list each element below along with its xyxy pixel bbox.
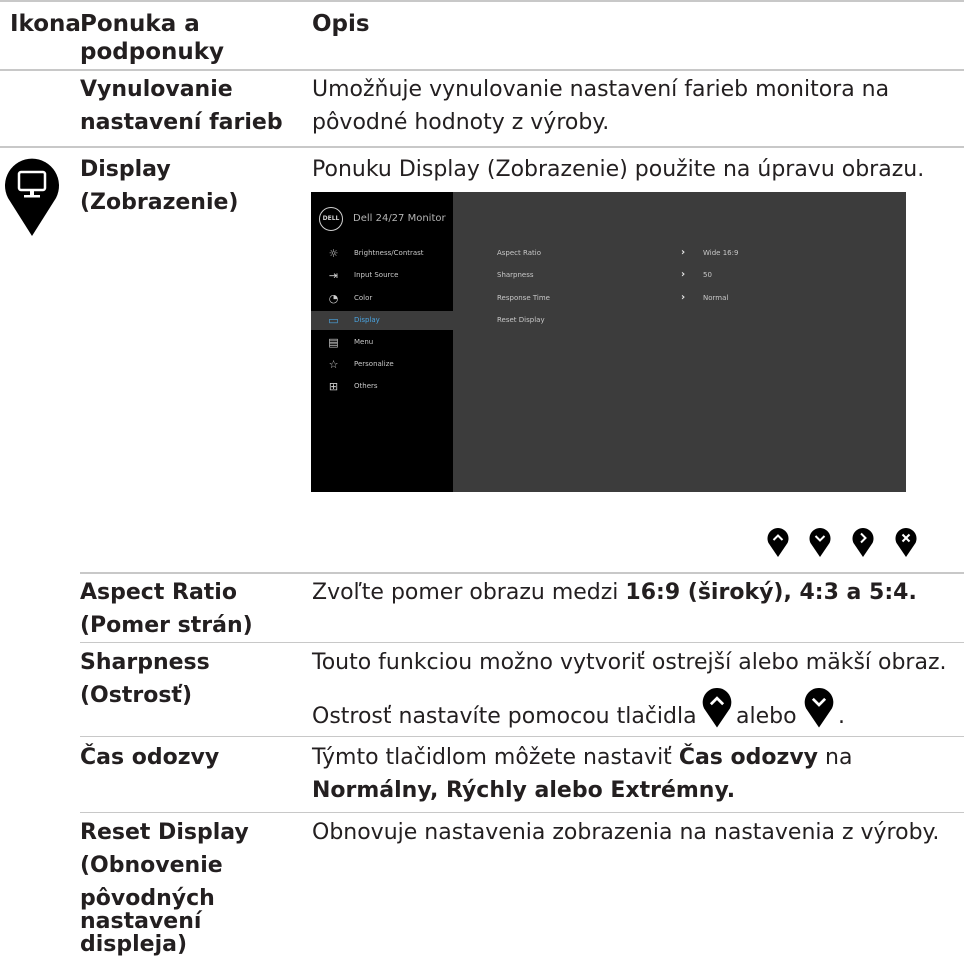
display-name-1: Display: [80, 157, 171, 182]
osd-item-label: Personalize: [354, 360, 394, 368]
star-icon: ☆: [328, 358, 339, 371]
sharpness-name-2: (Ostrosť): [80, 683, 192, 708]
osd-setting-label: Reset Display: [497, 316, 545, 324]
osd-setting-label: Response Time: [497, 294, 550, 302]
down-button-icon: [804, 687, 834, 728]
osd-item-label: Others: [354, 382, 378, 390]
osd-setting-response-time[interactable]: Response Time › Normal: [497, 291, 897, 305]
osd-item-label: Menu: [354, 338, 374, 346]
row-rule-2: [80, 572, 964, 574]
osd-item-color[interactable]: ◔ Color: [311, 289, 453, 308]
display-desc: Ponuku Display (Zobrazenie) použite na ú…: [312, 157, 925, 182]
osd-item-input-source[interactable]: ⇥ Input Source: [311, 266, 453, 285]
osd-item-brightness[interactable]: ☼ Brightness/Contrast: [311, 244, 453, 263]
down-button-icon[interactable]: [809, 527, 831, 557]
osd-setting-sharpness[interactable]: Sharpness › 50: [497, 268, 897, 282]
osd-item-label: Color: [354, 294, 373, 302]
response-time-options: Normálny, Rýchly alebo Extrémny.: [312, 778, 736, 803]
osd-setting-value: Wide 16:9: [703, 249, 739, 257]
osd-setting-label: Sharpness: [497, 271, 534, 279]
reset-display-desc: Obnovuje nastavenia zobrazenia na nastav…: [312, 820, 940, 845]
aspect-ratio-desc: Zvoľte pomer obrazu medzi 16:9 (široký),…: [312, 576, 917, 609]
osd-item-label: Input Source: [354, 271, 399, 279]
up-button-icon: [702, 687, 732, 728]
reset-color-name-1: Vynulovanie: [80, 77, 233, 102]
row-rule-4: [80, 736, 964, 737]
display-name-2: (Zobrazenie): [80, 190, 239, 215]
display-monitor-icon: [5, 158, 60, 236]
reset-display-name-5: displeja): [80, 932, 188, 957]
osd-item-label: Brightness/Contrast: [354, 249, 424, 257]
sharpness-desc-2a: Ostrosť nastavíte pomocou tlačidla: [312, 704, 697, 729]
response-time-desc-text: Týmto tlačidlom môžete nastaviť: [312, 745, 679, 770]
sharpness-name-1: Sharpness: [80, 650, 210, 675]
reset-color-name-2: nastavení farieb: [80, 110, 283, 135]
osd-setting-value: Normal: [703, 294, 729, 302]
osd-item-display[interactable]: ▭ Display: [311, 311, 453, 330]
osd-item-personalize[interactable]: ☆ Personalize: [311, 355, 453, 374]
aspect-ratio-desc-bold: 16:9 (široký), 4:3 a 5:4.: [625, 580, 917, 605]
row-rule-5: [80, 812, 964, 813]
osd-item-label: Display: [354, 316, 380, 324]
right-button-icon[interactable]: [852, 527, 874, 557]
header-menu-col-line2: podponuky: [80, 39, 225, 65]
header-rule: [0, 69, 964, 71]
osd-sidebar: DELL Dell 24/27 Monitor ☼ Brightness/Con…: [311, 192, 453, 492]
response-time-desc-2: Normálny, Rýchly alebo Extrémny.: [312, 774, 735, 807]
sharpness-desc-2c: .: [838, 704, 845, 729]
aspect-ratio-desc-text: Zvoľte pomer obrazu medzi: [312, 580, 626, 605]
osd-item-menu[interactable]: ▤ Menu: [311, 333, 453, 352]
input-icon: ⇥: [328, 269, 339, 282]
header-menu-col-line1: Ponuka a: [80, 11, 200, 37]
response-time-desc-1: Týmto tlačidlom môžete nastaviť Čas odoz…: [312, 741, 852, 774]
others-icon: ⊞: [328, 380, 339, 393]
response-time-name: Čas odozvy: [80, 745, 220, 770]
row-rule-1: [0, 146, 964, 148]
up-button-icon[interactable]: [767, 527, 789, 557]
row-rule-3: [80, 642, 964, 643]
chevron-right-icon: ›: [681, 292, 686, 303]
reset-display-name-1: Reset Display: [80, 820, 249, 845]
osd-setting-reset-display[interactable]: Reset Display: [497, 313, 897, 327]
close-button-icon[interactable]: [895, 527, 917, 557]
osd-title: Dell 24/27 Monitor: [353, 213, 446, 224]
reset-color-desc-1: Umožňuje vynulovanie nastavení farieb mo…: [312, 77, 890, 102]
palette-icon: ◔: [328, 292, 339, 305]
osd-setting-value: 50: [703, 271, 712, 279]
menu-icon: ▤: [328, 336, 339, 349]
osd-screenshot: DELL Dell 24/27 Monitor ☼ Brightness/Con…: [311, 192, 906, 492]
reset-color-desc-2: pôvodné hodnoty z výroby.: [312, 110, 610, 135]
monitor-icon: ▭: [328, 314, 339, 327]
response-time-desc-bold: Čas odozvy: [678, 745, 819, 770]
chevron-right-icon: ›: [681, 247, 686, 258]
top-rule: [0, 0, 964, 2]
header-desc-col: Opis: [312, 11, 370, 37]
aspect-ratio-name-2: (Pomer strán): [80, 613, 253, 638]
sun-icon: ☼: [328, 247, 339, 260]
osd-setting-aspect-ratio[interactable]: Aspect Ratio › Wide 16:9: [497, 246, 897, 260]
chevron-right-icon: ›: [681, 269, 686, 280]
dell-logo: DELL: [319, 207, 343, 231]
sharpness-desc-2b: alebo: [736, 704, 797, 729]
header-icon-col: Ikona: [10, 11, 81, 37]
osd-setting-label: Aspect Ratio: [497, 249, 541, 257]
osd-item-others[interactable]: ⊞ Others: [311, 377, 453, 396]
reset-display-name-2: (Obnovenie: [80, 853, 223, 878]
aspect-ratio-name-1: Aspect Ratio: [80, 580, 237, 605]
sharpness-desc-1: Touto funkciou možno vytvoriť ostrejší a…: [312, 650, 947, 675]
response-time-desc-tail: na: [818, 745, 853, 770]
